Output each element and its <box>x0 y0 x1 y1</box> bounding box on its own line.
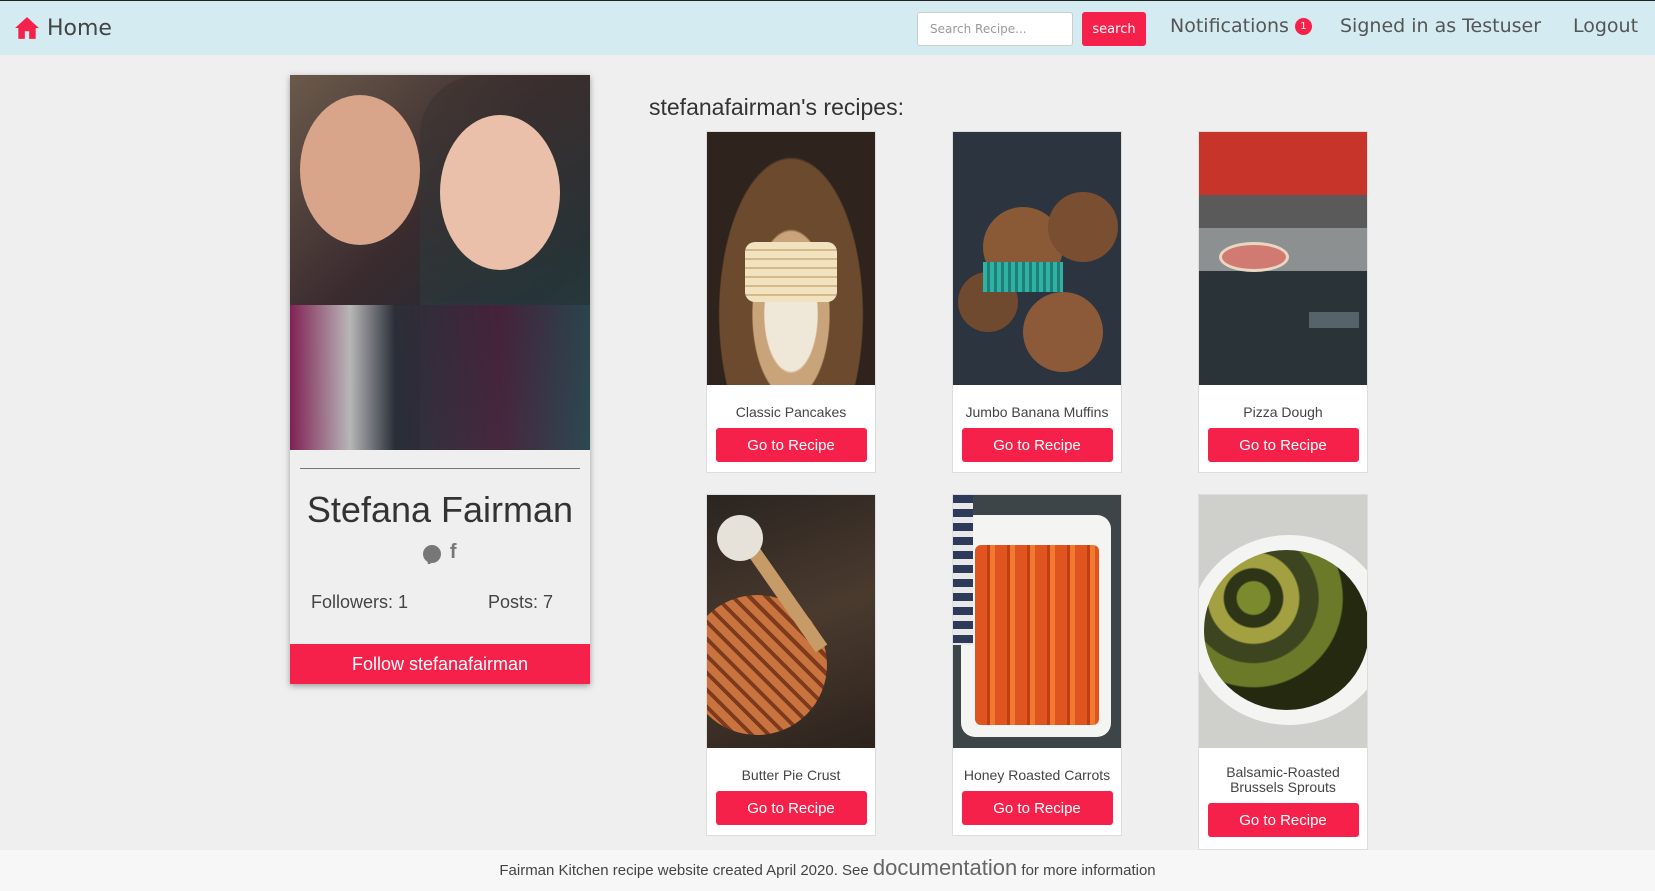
signed-in-label[interactable]: Signed in as Testuser <box>1340 15 1541 37</box>
home-label: Home <box>47 15 112 41</box>
home-icon <box>15 17 39 39</box>
recipe-image[interactable] <box>953 495 1121 748</box>
documentation-link[interactable]: documentation <box>873 855 1017 880</box>
recipe-card: Balsamic-Roasted Brussels Sprouts Go to … <box>1198 494 1368 850</box>
notifications-link[interactable]: Notifications 1 <box>1170 15 1312 37</box>
home-link[interactable]: Home <box>14 15 112 41</box>
follow-button[interactable]: Follow stefanafairman <box>290 644 590 684</box>
facebook-icon[interactable]: f <box>450 541 457 564</box>
recipe-title: Jumbo Banana Muffins <box>965 404 1109 420</box>
search-input[interactable] <box>917 12 1073 46</box>
go-to-recipe-button[interactable]: Go to Recipe <box>715 791 867 825</box>
profile-photo <box>290 75 590 450</box>
recipe-card: Classic Pancakes Go to Recipe <box>706 131 876 473</box>
recipe-image[interactable] <box>1199 132 1367 385</box>
recipe-card: Honey Roasted Carrots Go to Recipe <box>952 494 1122 836</box>
search-button[interactable]: search <box>1082 12 1146 46</box>
profile-card: Stefana Fairman p f Followers: 1 Posts: … <box>290 75 590 684</box>
recipes-heading: stefanafairman's recipes: <box>649 94 904 120</box>
recipe-card: Pizza Dough Go to Recipe <box>1198 131 1368 473</box>
footer-text: Fairman Kitchen recipe website created A… <box>499 862 869 879</box>
go-to-recipe-button[interactable]: Go to Recipe <box>961 791 1113 825</box>
go-to-recipe-button[interactable]: Go to Recipe <box>715 428 867 462</box>
go-to-recipe-button[interactable]: Go to Recipe <box>1207 803 1359 837</box>
pinterest-icon[interactable]: p <box>423 544 442 564</box>
profile-name: Stefana Fairman <box>306 489 574 530</box>
navbar: Home search Notifications 1 Signed in as … <box>0 0 1655 55</box>
recipe-title: Pizza Dough <box>1243 404 1323 420</box>
recipe-title: Butter Pie Crust <box>741 767 841 783</box>
recipe-image[interactable] <box>953 132 1121 385</box>
profile-stats: Followers: 1 Posts: 7 <box>290 586 590 626</box>
recipe-title: Classic Pancakes <box>735 404 847 420</box>
recipe-image[interactable] <box>1199 495 1367 748</box>
logout-link[interactable]: Logout <box>1573 15 1638 37</box>
posts-count: Posts: 7 <box>488 592 554 612</box>
profile-divider <box>300 468 580 469</box>
followers-count: Followers: 1 <box>311 592 409 612</box>
go-to-recipe-button[interactable]: Go to Recipe <box>1207 428 1359 462</box>
recipe-image[interactable] <box>707 495 875 748</box>
social-links: p f <box>290 541 590 564</box>
recipe-card: Butter Pie Crust Go to Recipe <box>706 494 876 836</box>
notifications-label: Notifications <box>1170 15 1289 37</box>
footer-text-after: for more information <box>1021 862 1156 879</box>
recipe-title: Honey Roasted Carrots <box>963 767 1111 783</box>
recipe-title: Balsamic-Roasted Brussels Sprouts <box>1226 764 1340 795</box>
recipe-image[interactable] <box>707 132 875 385</box>
go-to-recipe-button[interactable]: Go to Recipe <box>961 428 1113 462</box>
footer: Fairman Kitchen recipe website created A… <box>0 850 1655 891</box>
notification-count-badge: 1 <box>1294 18 1312 35</box>
recipe-card: Jumbo Banana Muffins Go to Recipe <box>952 131 1122 473</box>
